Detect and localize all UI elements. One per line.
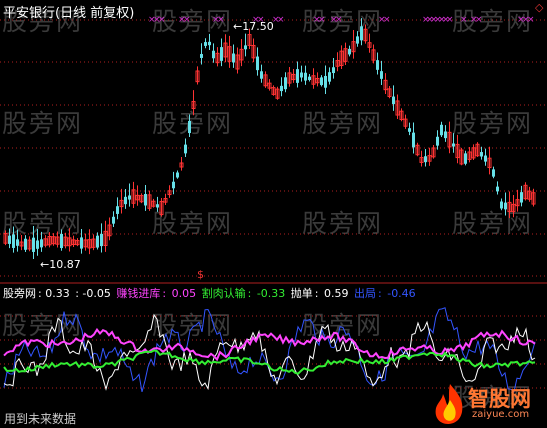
signal-x-mark: × — [217, 15, 225, 25]
candle-body — [308, 76, 311, 80]
candle-body — [356, 36, 359, 44]
candle-body — [500, 201, 503, 209]
candle-body — [184, 144, 187, 154]
signal-x-mark: × — [318, 15, 326, 25]
candle-body — [212, 50, 215, 59]
candle-body — [12, 234, 15, 248]
chart-title: 平安银行(日线 前复权) — [3, 6, 135, 21]
candle-body — [332, 67, 335, 74]
candle-body — [484, 155, 487, 162]
indicator-bar: 股旁网: 0.33 : -0.05 赚钱进库: 0.05 割肉认输: -0.33… — [3, 287, 416, 300]
earn-label: 赚钱进库 — [116, 287, 161, 300]
footer-note: 用到未来数据 — [4, 412, 77, 426]
candle-body — [112, 216, 115, 224]
sell-label: 抛单 — [290, 287, 313, 300]
candle-body — [376, 60, 379, 70]
signal-x-mark: × — [183, 15, 191, 25]
candle-body — [156, 204, 159, 208]
exit-value: -0.46 — [387, 287, 416, 300]
candle-body — [328, 72, 331, 82]
site-logo: 智股网 zaiyue.com — [428, 382, 545, 426]
indicator-name[interactable]: 股旁网 — [3, 287, 36, 300]
candle-body — [232, 53, 235, 63]
candle-body — [116, 206, 119, 214]
candle-body — [348, 48, 351, 55]
logo-url: zaiyue.com — [472, 409, 530, 420]
candle-body — [260, 71, 263, 79]
candle-body — [204, 42, 207, 46]
candle-body — [444, 131, 447, 139]
earn-value: 0.05 — [171, 287, 197, 300]
candle-body — [24, 238, 27, 250]
high-price-label: ←17.50 — [233, 20, 274, 33]
candle-body — [32, 237, 35, 252]
indicator-v1: : 0.33 — [38, 287, 70, 300]
candle-body — [480, 152, 483, 157]
stock-chart-window: { "title": "平安银行(日线 前复权)", "watermark": … — [0, 0, 547, 428]
candle-body — [520, 192, 523, 203]
low-price-value: 10.87 — [49, 258, 81, 271]
exit-label: 出局 — [354, 287, 376, 300]
signal-marker: $ — [197, 268, 204, 281]
cut-value: -0.33 — [256, 287, 286, 300]
candle-body — [96, 235, 99, 248]
candle-body — [440, 124, 443, 136]
candle-body — [280, 85, 283, 92]
price-and-indicator-chart[interactable]: ××× ×× ×× ×× ×× ×× ×× ×× ××××××× × ×× ××× — [0, 0, 547, 428]
candle-body — [208, 41, 211, 46]
signal-x-mark: × — [383, 15, 391, 25]
diamond-icon[interactable]: ◇ — [535, 1, 543, 14]
candle-body — [504, 202, 507, 210]
candle-body — [60, 233, 63, 249]
candle-body — [144, 193, 147, 206]
candle-body — [244, 45, 247, 50]
candle-body — [284, 77, 287, 90]
candle-body — [188, 120, 191, 134]
candle-body — [424, 156, 427, 163]
candle-body — [124, 196, 127, 205]
low-price-label: ←10.87 — [40, 258, 81, 271]
candle-body — [436, 136, 439, 146]
signal-x-mark: × — [335, 15, 343, 25]
signal-x-mark: × — [277, 15, 285, 25]
signal-x-mark: × — [527, 15, 535, 25]
candle-body — [128, 195, 131, 200]
candle-body — [100, 233, 103, 247]
candle-body — [464, 153, 467, 164]
flame-icon — [435, 384, 463, 424]
sell-value: 0.59 — [324, 287, 349, 300]
candle-body — [176, 172, 179, 178]
signal-x-mark: × — [475, 15, 483, 25]
candle-body — [220, 47, 223, 61]
candle-body — [496, 186, 499, 192]
high-price-value: 17.50 — [242, 20, 274, 33]
candle-body — [452, 143, 455, 147]
candle-body — [360, 26, 363, 41]
candle-body — [320, 77, 323, 86]
candle-body — [8, 235, 11, 244]
candle-body — [380, 71, 383, 79]
candle-body — [296, 69, 299, 83]
candle-body — [200, 54, 203, 58]
signal-x-mark: × — [446, 15, 454, 25]
candle-body — [408, 128, 411, 132]
candle-body — [412, 132, 415, 148]
candle-body — [492, 169, 495, 177]
signal-x-mark: × — [158, 15, 166, 25]
candle-body — [324, 75, 327, 88]
candle-body — [80, 237, 83, 249]
cut-label: 割肉认输 — [201, 287, 246, 300]
candle-body — [304, 72, 307, 81]
candle-body — [16, 239, 19, 246]
candle-body — [256, 56, 259, 71]
candle-body — [392, 96, 395, 105]
signal-x-mark: × — [460, 15, 468, 25]
candle-body — [172, 181, 175, 189]
candle-body — [300, 72, 303, 78]
indicator-v2: : -0.05 — [75, 287, 111, 300]
candle-body — [36, 240, 39, 249]
candle-body — [40, 239, 43, 248]
sell-series-line — [3, 313, 536, 391]
